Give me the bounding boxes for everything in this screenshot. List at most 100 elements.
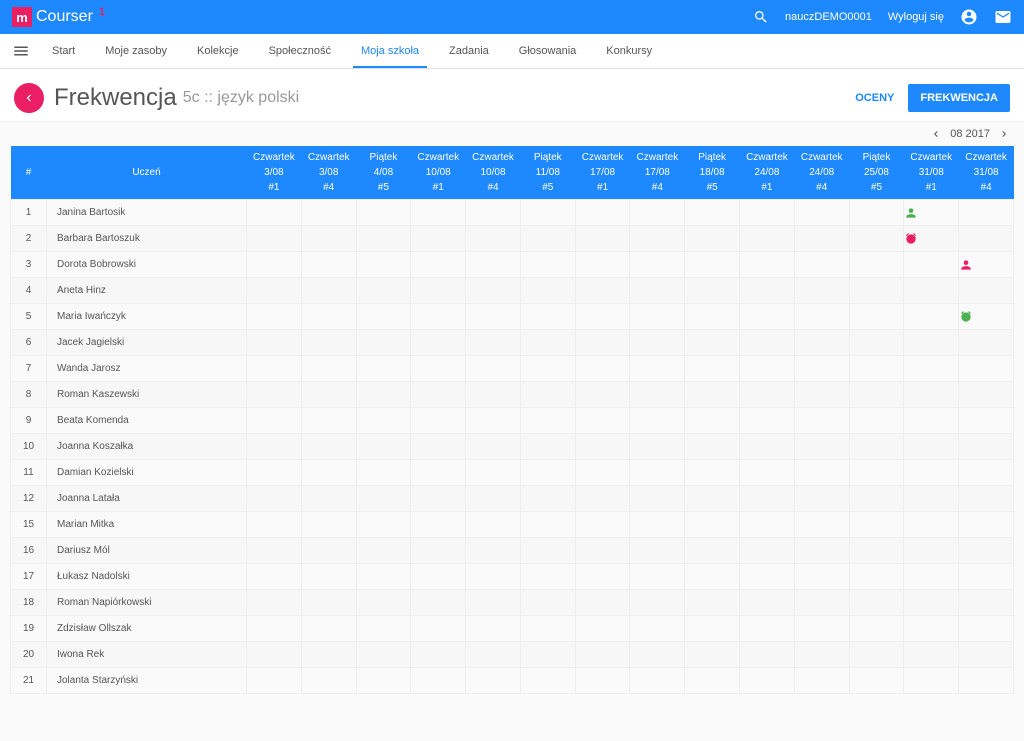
attendance-cell[interactable] [685, 590, 740, 616]
attendance-cell[interactable] [356, 460, 411, 486]
attendance-cell[interactable] [849, 460, 904, 486]
back-button[interactable] [14, 83, 44, 113]
attendance-cell[interactable] [520, 252, 575, 278]
attendance-cell[interactable] [740, 330, 795, 356]
attendance-cell[interactable] [301, 590, 356, 616]
attendance-cell[interactable] [247, 408, 302, 434]
attendance-cell[interactable] [849, 304, 904, 330]
attendance-cell[interactable] [740, 226, 795, 252]
attendance-cell[interactable] [740, 616, 795, 642]
attendance-cell[interactable] [301, 356, 356, 382]
attendance-cell[interactable] [630, 330, 685, 356]
attendance-cell[interactable] [630, 304, 685, 330]
attendance-cell[interactable] [849, 252, 904, 278]
attendance-cell[interactable] [411, 642, 466, 668]
attendance-cell[interactable] [740, 304, 795, 330]
attendance-cell[interactable] [411, 486, 466, 512]
attendance-cell[interactable] [247, 538, 302, 564]
attendance-cell[interactable] [794, 278, 849, 304]
attendance-cell[interactable] [685, 330, 740, 356]
attendance-cell[interactable] [520, 668, 575, 694]
attendance-cell[interactable] [466, 460, 521, 486]
attendance-cell[interactable] [630, 356, 685, 382]
attendance-cell[interactable] [904, 590, 959, 616]
attendance-cell[interactable] [247, 304, 302, 330]
attendance-cell[interactable] [411, 538, 466, 564]
attendance-cell[interactable] [466, 330, 521, 356]
attendance-cell[interactable] [575, 668, 630, 694]
attendance-cell[interactable] [740, 668, 795, 694]
attendance-cell[interactable] [247, 226, 302, 252]
attendance-cell[interactable] [356, 252, 411, 278]
attendance-cell[interactable] [520, 564, 575, 590]
attendance-cell[interactable] [411, 408, 466, 434]
attendance-cell[interactable] [849, 616, 904, 642]
nav-tab-konkursy[interactable]: Konkursy [606, 34, 652, 68]
attendance-cell[interactable] [520, 200, 575, 226]
attendance-cell[interactable] [740, 460, 795, 486]
attendance-cell[interactable] [685, 408, 740, 434]
attendance-cell[interactable] [794, 642, 849, 668]
attendance-cell[interactable] [794, 564, 849, 590]
attendance-cell[interactable] [301, 512, 356, 538]
attendance-cell[interactable] [904, 356, 959, 382]
attendance-cell[interactable] [630, 382, 685, 408]
attendance-cell[interactable] [356, 200, 411, 226]
attendance-cell[interactable] [247, 486, 302, 512]
attendance-cell[interactable] [411, 226, 466, 252]
attendance-cell[interactable] [685, 434, 740, 460]
attendance-cell[interactable] [794, 538, 849, 564]
attendance-cell[interactable] [959, 200, 1014, 226]
attendance-cell[interactable] [685, 382, 740, 408]
attendance-cell[interactable] [904, 252, 959, 278]
attendance-cell[interactable] [685, 356, 740, 382]
attendance-cell[interactable] [740, 486, 795, 512]
attendance-cell[interactable] [247, 616, 302, 642]
frekwencja-button[interactable]: FREKWENCJA [908, 84, 1010, 112]
attendance-cell[interactable] [849, 382, 904, 408]
attendance-cell[interactable] [685, 564, 740, 590]
attendance-cell[interactable] [520, 616, 575, 642]
attendance-cell[interactable] [301, 486, 356, 512]
attendance-cell[interactable] [247, 564, 302, 590]
attendance-cell[interactable] [959, 356, 1014, 382]
attendance-cell[interactable] [411, 356, 466, 382]
attendance-cell[interactable] [630, 512, 685, 538]
attendance-cell[interactable] [794, 330, 849, 356]
attendance-cell[interactable] [301, 408, 356, 434]
attendance-cell[interactable] [904, 564, 959, 590]
attendance-cell[interactable] [904, 538, 959, 564]
attendance-cell[interactable] [575, 278, 630, 304]
attendance-cell[interactable] [904, 616, 959, 642]
attendance-cell[interactable] [904, 408, 959, 434]
nav-tab-moje-zasoby[interactable]: Moje zasoby [105, 34, 167, 68]
attendance-cell[interactable] [740, 252, 795, 278]
attendance-cell[interactable] [740, 538, 795, 564]
attendance-cell[interactable] [301, 382, 356, 408]
attendance-cell[interactable] [520, 382, 575, 408]
attendance-cell[interactable] [959, 408, 1014, 434]
attendance-cell[interactable] [685, 512, 740, 538]
attendance-cell[interactable] [575, 434, 630, 460]
attendance-cell[interactable] [849, 668, 904, 694]
attendance-cell[interactable] [849, 434, 904, 460]
attendance-cell[interactable] [466, 434, 521, 460]
attendance-cell[interactable] [247, 668, 302, 694]
attendance-cell[interactable] [740, 590, 795, 616]
attendance-cell[interactable] [247, 512, 302, 538]
attendance-cell[interactable] [247, 252, 302, 278]
attendance-cell[interactable] [959, 564, 1014, 590]
attendance-cell[interactable] [959, 252, 1014, 278]
attendance-cell[interactable] [959, 486, 1014, 512]
attendance-cell[interactable] [685, 538, 740, 564]
attendance-cell[interactable] [959, 382, 1014, 408]
attendance-cell[interactable] [794, 252, 849, 278]
attendance-cell[interactable] [575, 356, 630, 382]
attendance-cell[interactable] [849, 590, 904, 616]
attendance-cell[interactable] [520, 460, 575, 486]
attendance-cell[interactable] [356, 330, 411, 356]
attendance-cell[interactable] [904, 668, 959, 694]
attendance-cell[interactable] [849, 278, 904, 304]
oceny-link[interactable]: OCENY [855, 92, 894, 104]
attendance-cell[interactable] [466, 564, 521, 590]
